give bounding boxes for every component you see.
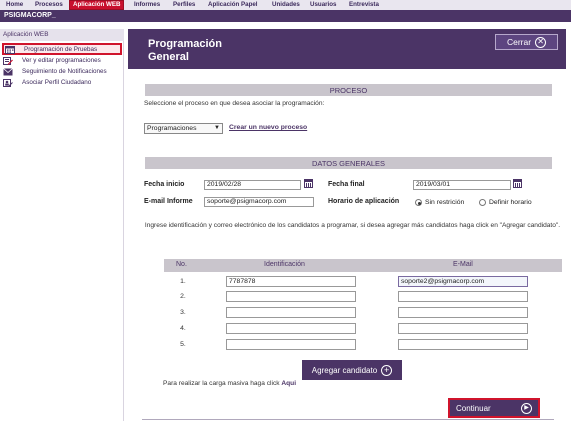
crear-proceso-link[interactable]: Crear un nuevo proceso xyxy=(229,124,307,131)
proceso-description: Seleccione el proceso en que desea asoci… xyxy=(144,100,325,107)
menu-informes[interactable]: Informes xyxy=(134,1,160,10)
identificacion-input[interactable]: 7787878 xyxy=(226,276,356,287)
fecha-inicio-label: Fecha inicio xyxy=(144,181,185,188)
sidebar-item-programacion-pruebas[interactable]: Programación de Pruebas xyxy=(2,43,122,55)
email-input[interactable] xyxy=(398,323,528,334)
email-input[interactable] xyxy=(398,307,528,318)
proceso-select[interactable]: Programaciones ▼ xyxy=(144,123,223,134)
divider xyxy=(142,419,554,420)
menu-procesos[interactable]: Procesos xyxy=(35,1,63,10)
page-title-line2: General xyxy=(148,51,189,63)
horario-option-label: Sin restrición xyxy=(425,199,465,206)
menu-unidades[interactable]: Unidades xyxy=(272,1,300,10)
continue-label: Continuar xyxy=(456,403,491,413)
section-proceso-header: PROCESO xyxy=(144,83,553,97)
plus-icon: + xyxy=(381,364,393,376)
close-icon: ✕ xyxy=(535,36,547,48)
candidates-instructions: Ingrese identificación y correo electrón… xyxy=(144,222,561,229)
identificacion-input[interactable] xyxy=(226,307,356,318)
top-menu-bar: Home Procesos Aplicación WEB Informes Pe… xyxy=(0,0,571,10)
close-button-label: Cerrar xyxy=(506,37,532,47)
main-panel: Programación General Cerrar ✕ PROCESO Se… xyxy=(128,29,566,421)
proceso-select-value: Programaciones xyxy=(147,125,197,132)
email-informe-label: E-mail Informe xyxy=(144,198,193,205)
menu-entrevista[interactable]: Entrevista xyxy=(349,1,379,10)
section-datos-header: DATOS GENERALES xyxy=(144,156,553,170)
menu-aplicacion-papel[interactable]: Aplicación Papel xyxy=(208,1,258,10)
sidebar-item-label: Ver y editar programaciones xyxy=(22,57,101,64)
add-candidate-button[interactable]: Agregar candidato + xyxy=(302,360,402,380)
email-input[interactable] xyxy=(398,339,528,350)
identificacion-input[interactable] xyxy=(226,339,356,350)
bulk-upload-label: Para realizar la carga masiva haga click xyxy=(163,380,280,387)
email-input[interactable]: soporte2@psigmacorp.com xyxy=(398,276,528,287)
envelope-icon xyxy=(3,68,13,76)
sidebar-item-label: Programación de Pruebas xyxy=(24,46,98,53)
page-title-line1: Programación xyxy=(148,38,222,50)
row-number: 5. xyxy=(180,341,186,348)
fecha-final-label: Fecha final xyxy=(328,181,365,188)
menu-perfiles[interactable]: Perfiles xyxy=(173,1,195,10)
row-number: 4. xyxy=(180,325,186,332)
identificacion-input[interactable] xyxy=(226,291,356,302)
edit-list-icon xyxy=(3,57,13,65)
menu-usuarios[interactable]: Usuarios xyxy=(310,1,336,10)
sidebar-item-ver-editar[interactable]: Ver y editar programaciones xyxy=(2,56,122,66)
email-input[interactable] xyxy=(398,291,528,302)
brand-name: PSIGMACORP_ xyxy=(4,12,56,19)
horario-definir-radio[interactable] xyxy=(479,199,486,206)
user-link-icon xyxy=(3,79,13,87)
menu-aplicacion-web[interactable]: Aplicación WEB xyxy=(69,0,125,10)
sidebar: Aplicación WEB Programación de Pruebas V… xyxy=(0,29,124,421)
menu-home[interactable]: Home xyxy=(6,1,23,10)
candidates-table-header: No. Identificación E-Mail xyxy=(164,259,562,272)
sidebar-title: Aplicación WEB xyxy=(0,29,124,41)
horario-option-label: Definir horario xyxy=(489,199,532,206)
add-candidate-label: Agregar candidato xyxy=(311,365,378,375)
brand-bar: PSIGMACORP_ xyxy=(0,10,571,22)
sidebar-item-asociar-perfil[interactable]: Asociar Perfil Ciudadano xyxy=(2,78,122,88)
fecha-final-field[interactable]: 2019/03/01 xyxy=(413,180,511,190)
calendar-icon xyxy=(5,46,15,54)
chevron-down-icon: ▼ xyxy=(214,125,220,131)
column-header-no: No. xyxy=(176,261,187,268)
calendar-icon[interactable] xyxy=(304,179,313,188)
spacer xyxy=(0,22,571,29)
row-number: 2. xyxy=(180,293,186,300)
bulk-upload-link[interactable]: Aqui xyxy=(281,380,296,387)
close-button[interactable]: Cerrar ✕ xyxy=(495,34,558,50)
sidebar-item-label: Asociar Perfil Ciudadano xyxy=(22,79,92,86)
section-datos-title: DATOS GENERALES xyxy=(311,158,386,168)
continue-button[interactable]: Continuar ▶ xyxy=(448,398,540,418)
horario-label: Horario de aplicación xyxy=(328,198,400,205)
section-proceso-title: PROCESO xyxy=(329,85,368,95)
page-header: Programación General Cerrar ✕ xyxy=(128,29,566,69)
column-header-email: E-Mail xyxy=(453,261,473,268)
calendar-icon[interactable] xyxy=(513,179,522,188)
page-title: Programación General xyxy=(148,38,222,64)
email-informe-field[interactable]: soporte@psigmacorp.com xyxy=(204,197,314,207)
row-number: 1. xyxy=(180,278,186,285)
identificacion-input[interactable] xyxy=(226,323,356,334)
sidebar-item-seguimiento[interactable]: Seguimiento de Notificaciones xyxy=(2,67,122,77)
horario-sin-restriccion-radio[interactable] xyxy=(415,199,422,206)
column-header-identificacion: Identificación xyxy=(264,261,305,268)
play-icon: ▶ xyxy=(521,402,532,414)
bulk-upload-text: Para realizar la carga masiva haga click… xyxy=(163,380,296,387)
row-number: 3. xyxy=(180,309,186,316)
fecha-inicio-field[interactable]: 2019/02/28 xyxy=(204,180,301,190)
sidebar-item-label: Seguimiento de Notificaciones xyxy=(22,68,107,75)
